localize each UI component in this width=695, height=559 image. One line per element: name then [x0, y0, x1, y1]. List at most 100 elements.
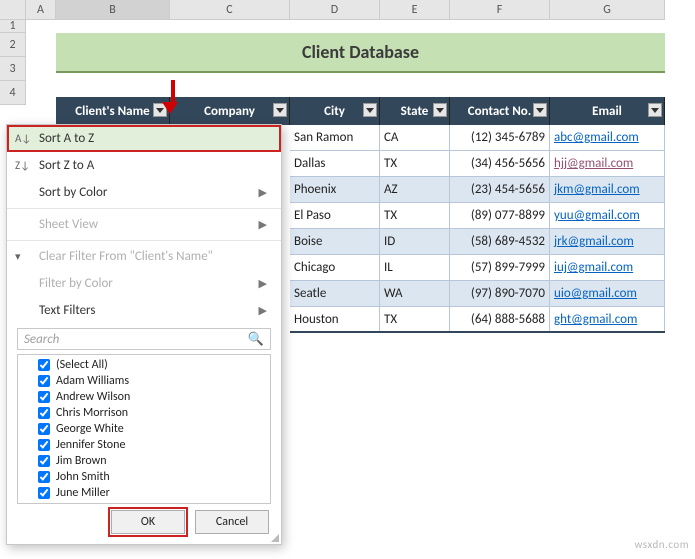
th-city: City	[290, 97, 380, 125]
filter-dropdown-city[interactable]	[363, 103, 377, 117]
col-header-d[interactable]: D	[290, 0, 380, 20]
submenu-arrow-icon: ▶	[259, 304, 267, 317]
cell-contact[interactable]: (58) 689-4532	[450, 229, 550, 254]
cell-state[interactable]: IL	[380, 255, 450, 280]
table-row[interactable]: PhoenixAZ(23) 454-5656 jkm@gmail.com	[290, 177, 665, 203]
text-filters[interactable]: Text Filters ▶	[7, 297, 281, 324]
filter-checkbox[interactable]	[38, 359, 50, 371]
email-link[interactable]: jkm@gmail.com	[554, 182, 640, 197]
cancel-button[interactable]: Cancel	[195, 510, 269, 534]
cell-city[interactable]: Chicago	[290, 255, 380, 280]
filter-checkbox[interactable]	[38, 471, 50, 483]
cell-contact[interactable]: (64) 888-5688	[450, 307, 550, 331]
cell-state[interactable]: AZ	[380, 177, 450, 202]
select-all-corner[interactable]	[0, 0, 26, 20]
table-row[interactable]: SeatleWA(97) 890-7070 uio@gmail.com	[290, 281, 665, 307]
cell-state[interactable]: TX	[380, 307, 450, 331]
filter-search-input[interactable]: Search 🔍	[17, 328, 271, 350]
row-header-3[interactable]: 3	[0, 57, 26, 81]
cell-contact[interactable]: (57) 899-7999	[450, 255, 550, 280]
cell-city[interactable]: Seatle	[290, 281, 380, 306]
cell-email[interactable]: iuj@gmail.com	[550, 255, 665, 280]
email-link[interactable]: iuj@gmail.com	[554, 260, 633, 275]
col-header-c[interactable]: C	[170, 0, 290, 20]
row-header-4[interactable]: 4	[0, 81, 26, 105]
filter-check-item[interactable]: Andrew Wilson	[38, 389, 270, 405]
filter-item-label: Chris Morrison	[56, 406, 128, 420]
row-header-2[interactable]: 2	[0, 33, 26, 57]
cell-contact[interactable]: (89) 077-8899	[450, 203, 550, 228]
row-header-1[interactable]: 1	[0, 20, 26, 33]
filter-check-item[interactable]: (Select All)	[38, 357, 270, 373]
table-row[interactable]: BoiseID(58) 689-4532 jrk@gmail.com	[290, 229, 665, 255]
filter-checklist[interactable]: (Select All)Adam WilliamsAndrew WilsonCh…	[17, 354, 271, 504]
filter-check-item[interactable]: Chris Morrison	[38, 405, 270, 421]
col-header-g[interactable]: G	[550, 0, 665, 20]
filter-checkbox[interactable]	[38, 391, 50, 403]
table-row[interactable]: DallasTX(34) 456-5656 hjj@gmail.com	[290, 151, 665, 177]
filter-check-item[interactable]: John Smith	[38, 469, 270, 485]
filter-check-item[interactable]: George White	[38, 421, 270, 437]
cell-city[interactable]: Dallas	[290, 151, 380, 176]
filter-checkbox[interactable]	[38, 407, 50, 419]
menu-label: Sort Z to A	[39, 158, 94, 173]
cell-email[interactable]: abc@gmail.com	[550, 125, 665, 150]
filter-dropdown-contact[interactable]	[533, 103, 547, 117]
cell-contact[interactable]: (97) 890-7070	[450, 281, 550, 306]
email-link[interactable]: jrk@gmail.com	[554, 234, 634, 249]
filter-dropdown-email[interactable]	[648, 103, 662, 117]
cell-city[interactable]: Boise	[290, 229, 380, 254]
filter-checkbox[interactable]	[38, 439, 50, 451]
filter-checkbox[interactable]	[38, 487, 50, 499]
email-link[interactable]: abc@gmail.com	[554, 130, 639, 145]
cell-email[interactable]: jkm@gmail.com	[550, 177, 665, 202]
cell-city[interactable]: Houston	[290, 307, 380, 331]
cell-city[interactable]: Phoenix	[290, 177, 380, 202]
cell-city[interactable]: El Paso	[290, 203, 380, 228]
cell-state[interactable]: CA	[380, 125, 450, 150]
filter-check-item[interactable]: Adam Williams	[38, 373, 270, 389]
resize-grip-icon[interactable]	[271, 534, 279, 542]
filter-check-item[interactable]: Jim Brown	[38, 453, 270, 469]
cell-state[interactable]: TX	[380, 151, 450, 176]
filter-checkbox[interactable]	[38, 423, 50, 435]
cell-city[interactable]: San Ramon	[290, 125, 380, 150]
filter-checkbox[interactable]	[38, 375, 50, 387]
cell-email[interactable]: ght@gmail.com	[550, 307, 665, 331]
filter-check-item[interactable]: Jennifer Stone	[38, 437, 270, 453]
table-row[interactable]: HoustonTX(64) 888-5688 ght@gmail.com	[290, 307, 665, 333]
cell-email[interactable]: hjj@gmail.com	[550, 151, 665, 176]
col-header-f[interactable]: F	[450, 0, 550, 20]
col-header-e[interactable]: E	[380, 0, 450, 20]
sort-by-color[interactable]: Sort by Color ▶	[7, 179, 281, 206]
table-row[interactable]: San RamonCA(12) 345-6789 abc@gmail.com	[290, 125, 665, 151]
email-link[interactable]: uio@gmail.com	[554, 286, 637, 301]
email-link[interactable]: yuu@gmail.com	[554, 208, 640, 223]
sort-a-to-z[interactable]: A↓ Sort A to Z	[7, 125, 281, 152]
email-link[interactable]: hjj@gmail.com	[554, 156, 633, 171]
table-row[interactable]: El PasoTX(89) 077-8899 yuu@gmail.com	[290, 203, 665, 229]
filter-checkbox[interactable]	[38, 455, 50, 467]
cell-email[interactable]: yuu@gmail.com	[550, 203, 665, 228]
th-company: Company	[170, 97, 290, 125]
filter-item-label: June Miller	[56, 486, 110, 500]
cell-state[interactable]: WA	[380, 281, 450, 306]
filter-dropdown-company[interactable]	[273, 103, 287, 117]
col-header-a[interactable]: A	[26, 0, 56, 20]
filter-dropdown-state[interactable]	[433, 103, 447, 117]
table-body: San RamonCA(12) 345-6789 abc@gmail.com Dal…	[290, 125, 665, 333]
cell-state[interactable]: ID	[380, 229, 450, 254]
ok-button[interactable]: OK	[111, 510, 185, 534]
cell-contact[interactable]: (12) 345-6789	[450, 125, 550, 150]
sort-z-to-a[interactable]: Z↓ Sort Z to A	[7, 152, 281, 179]
cell-contact[interactable]: (34) 456-5656	[450, 151, 550, 176]
cell-contact[interactable]: (23) 454-5656	[450, 177, 550, 202]
menu-button-row: OK Cancel	[7, 510, 281, 534]
col-header-b[interactable]: B	[56, 0, 170, 20]
cell-email[interactable]: jrk@gmail.com	[550, 229, 665, 254]
cell-state[interactable]: TX	[380, 203, 450, 228]
email-link[interactable]: ght@gmail.com	[554, 312, 637, 327]
cell-email[interactable]: uio@gmail.com	[550, 281, 665, 306]
table-row[interactable]: ChicagoIL(57) 899-7999 iuj@gmail.com	[290, 255, 665, 281]
filter-check-item[interactable]: June Miller	[38, 485, 270, 501]
